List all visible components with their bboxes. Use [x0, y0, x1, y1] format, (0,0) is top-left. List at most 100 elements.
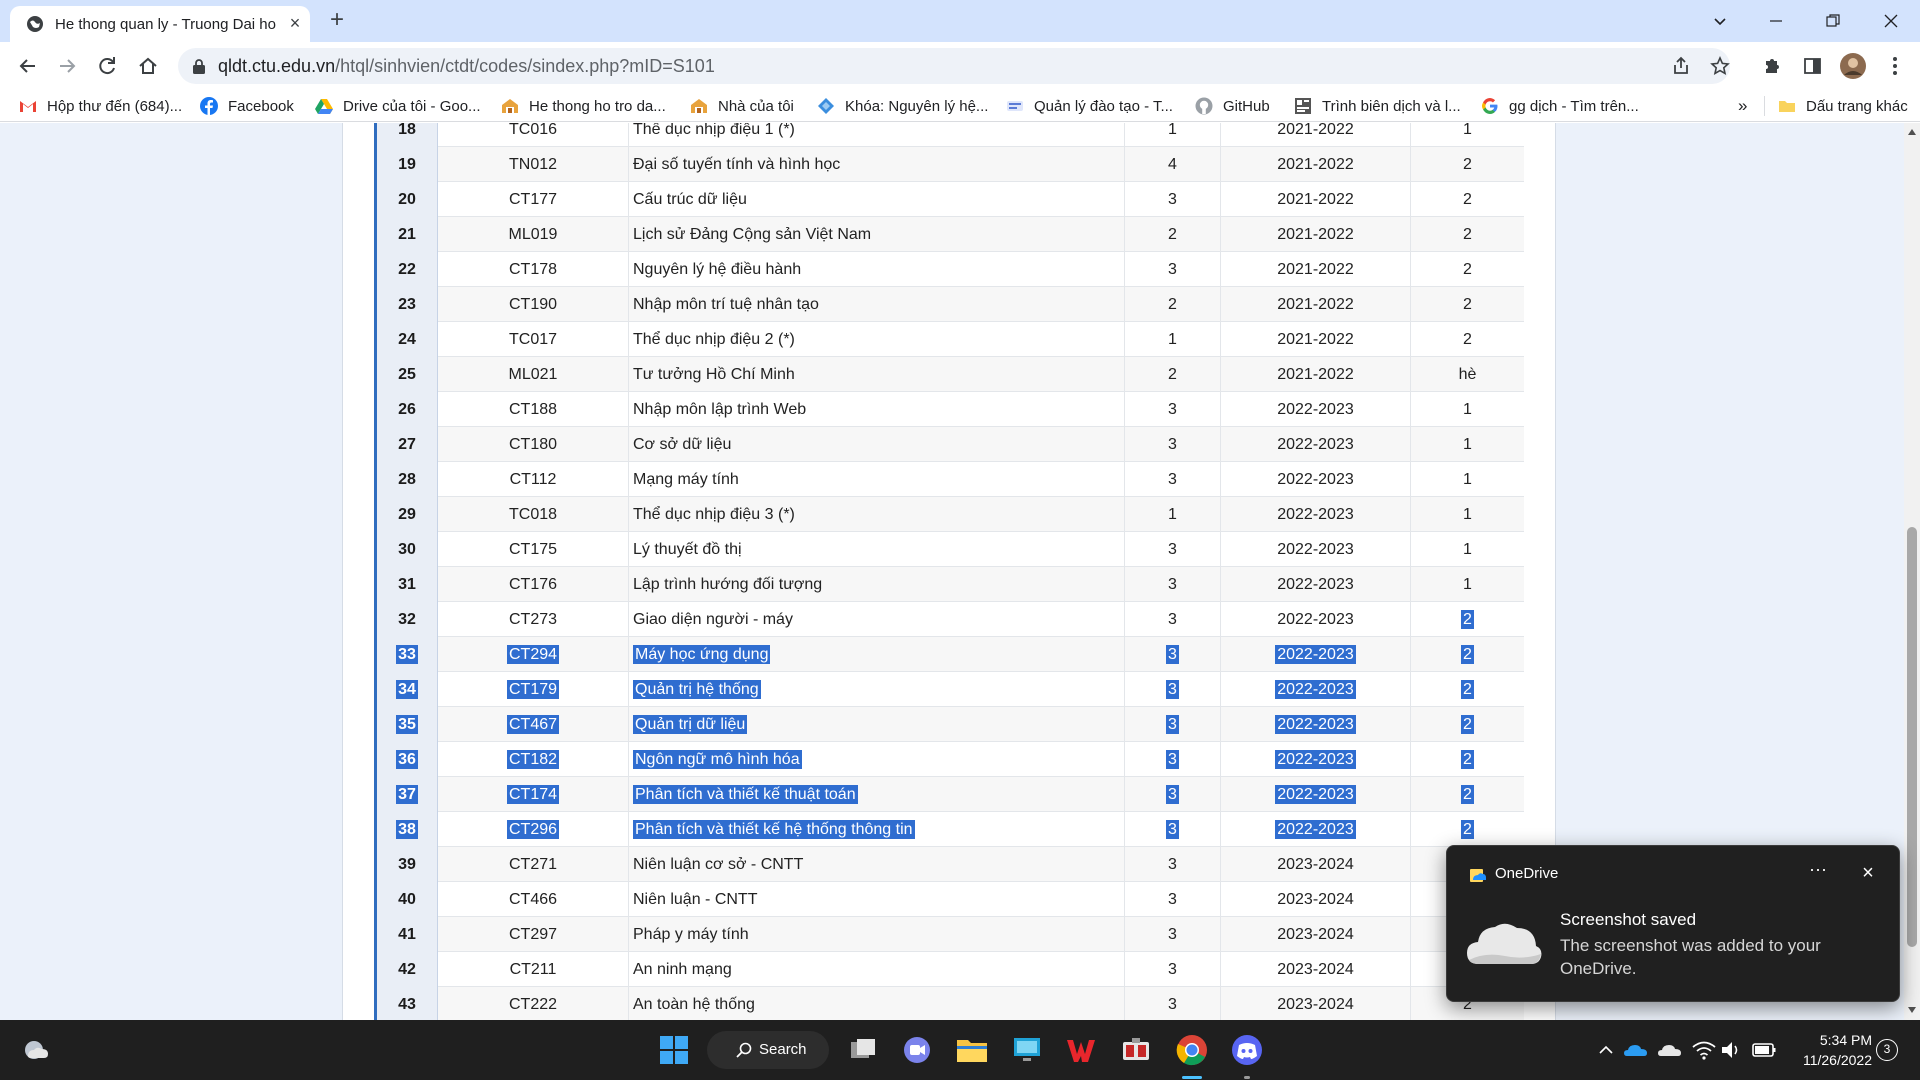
table-row[interactable]: 26 CT188 Nhập môn lập trình Web 3 2022-2023 1	[374, 392, 1524, 427]
bookmark-facebook[interactable]: Facebook	[200, 96, 295, 118]
chrome-menu-icon[interactable]	[1880, 51, 1910, 81]
tool-app-icon[interactable]	[1118, 1032, 1154, 1068]
bookmark-quan-ly-dao-tao[interactable]: Quản lý đào tạo - T...	[1006, 96, 1176, 118]
bookmark-gmail[interactable]: Hộp thư đến (684)...	[19, 96, 189, 118]
home-button[interactable]	[133, 51, 163, 81]
extensions-icon[interactable]	[1757, 51, 1787, 81]
course-credits-cell: 1	[1125, 322, 1221, 357]
restore-button[interactable]	[1818, 6, 1848, 36]
table-row[interactable]: 32 CT273 Giao diện người - máy 3 2022-2023 2	[374, 602, 1524, 637]
table-row[interactable]: 18 TC016 Thể dục nhịp điệu 1 (*) 1 2021-2022…	[374, 123, 1524, 147]
table-row[interactable]: 23 CT190 Nhập môn trí tuệ nhân tạo 2 2021-20…	[374, 287, 1524, 322]
scroll-down-arrow-icon[interactable]	[1908, 1007, 1916, 1013]
other-bookmarks-folder[interactable]: Dấu trang khác	[1778, 96, 1918, 118]
academic-year: 2021-2022	[1277, 366, 1354, 383]
table-row[interactable]: 24 TC017 Thể dục nhịp điệu 2 (*) 1 2021-2022…	[374, 322, 1524, 357]
url-text[interactable]: qldt.ctu.edu.vn/htql/sinhvien/ctdt/codes…	[218, 56, 715, 77]
new-tab-button[interactable]: +	[324, 8, 350, 34]
chrome-taskbar-icon[interactable]	[1174, 1032, 1210, 1068]
course-code-cell: ML021	[438, 357, 629, 392]
row-index: 20	[398, 191, 416, 208]
notification-count-badge[interactable]: 3	[1876, 1039, 1898, 1061]
table-row[interactable]: 19 TN012 Đại số tuyến tính và hình học 4 202…	[374, 147, 1524, 182]
onedrive-notification[interactable]: OneDrive ··· × Screenshot saved The scre…	[1446, 845, 1900, 1002]
table-row[interactable]: 40CT466Niên luận - CNTT32023-20241	[374, 882, 1524, 917]
wps-office-icon[interactable]	[1063, 1032, 1099, 1068]
course-code: CT112	[509, 471, 557, 488]
bookmark-google-drive[interactable]: Drive của tôi - Goo...	[315, 96, 485, 118]
lock-icon[interactable]	[192, 58, 206, 74]
page-scrollbar[interactable]	[1904, 123, 1920, 1020]
table-row[interactable]: 38 CT296 Phân tích và thiết kế hệ thống th…	[374, 812, 1524, 847]
bookmark-star-icon[interactable]	[1705, 51, 1735, 81]
table-row[interactable]: 28 CT112 Mạng máy tính 3 2022-2023 1	[374, 462, 1524, 497]
profile-avatar[interactable]	[1838, 51, 1868, 81]
bookmark-khoa-nguyen-ly[interactable]: Khóa: Nguyên lý hệ...	[817, 96, 997, 118]
course-code-cell: CT188	[438, 392, 629, 427]
battery-icon[interactable]	[1750, 1032, 1778, 1068]
bookmark-github[interactable]: GitHub	[1195, 96, 1275, 118]
table-row[interactable]: 25 ML021 Tư tưởng Hồ Chí Minh 2 2021-2022 hè	[374, 357, 1524, 392]
weather-widget-icon[interactable]	[18, 1032, 54, 1068]
table-row[interactable]: 31 CT176 Lập trình hướng đối tượng 3 2022-20…	[374, 567, 1524, 602]
bookmarks-overflow-button[interactable]: »	[1738, 96, 1754, 118]
academic-year: 2022-2023	[1275, 750, 1356, 769]
course-code: CT222	[508, 996, 558, 1013]
table-row[interactable]: 39CT271Niên luận cơ sở - CNTT32023-20241	[374, 847, 1524, 882]
tray-overflow-chevron-icon[interactable]	[1594, 1032, 1618, 1068]
semester: 2	[1461, 785, 1474, 804]
minimize-button[interactable]	[1761, 6, 1791, 36]
discord-icon[interactable]	[1229, 1032, 1265, 1068]
file-explorer-icon[interactable]	[954, 1032, 990, 1068]
back-button[interactable]	[13, 51, 43, 81]
tab-close-icon[interactable]: ×	[286, 14, 304, 32]
bookmark-gg-dich[interactable]: gg dịch - Tìm trên...	[1481, 96, 1641, 118]
table-row[interactable]: 37 CT174 Phân tích và thiết kế thuật toán 3…	[374, 777, 1524, 812]
course-name: Phân tích và thiết kế thuật toán	[633, 785, 858, 804]
onedrive-personal-tray-icon[interactable]	[1656, 1032, 1684, 1068]
table-row[interactable]: 41CT297Pháp y máy tính32023-20241	[374, 917, 1524, 952]
taskbar-search-button[interactable]: Search	[707, 1031, 829, 1069]
bookmark-nha-cua-toi[interactable]: Nhà của tôi	[690, 96, 800, 118]
reload-button[interactable]	[92, 51, 122, 81]
academic-year-cell: 2021-2022	[1221, 252, 1411, 287]
clock[interactable]: 5:34 PM 11/26/2022	[1782, 1030, 1872, 1070]
start-button[interactable]	[656, 1032, 692, 1068]
volume-icon[interactable]	[1718, 1032, 1746, 1068]
scrollbar-thumb[interactable]	[1907, 527, 1917, 947]
table-row[interactable]: 34 CT179 Quản trị hệ thống 3 2022-2023 2	[374, 672, 1524, 707]
browser-tab[interactable]: He thong quan ly - Truong Dai ho ×	[10, 6, 310, 42]
table-row[interactable]: 30 CT175 Lý thuyết đồ thị 3 2022-2023 1	[374, 532, 1524, 567]
desktop-app-icon[interactable]	[1009, 1032, 1045, 1068]
task-view-icon[interactable]	[845, 1032, 881, 1068]
course-code-cell: CT182	[438, 742, 629, 777]
row-index-cell: 24	[374, 322, 438, 357]
table-row[interactable]: 33 CT294 Máy học ứng dụng 3 2022-2023 2	[374, 637, 1524, 672]
course-code: CT271	[508, 856, 558, 873]
bookmark-he-thong-ho-tro[interactable]: He thong ho tro da...	[501, 96, 676, 118]
table-row[interactable]: 36 CT182 Ngôn ngữ mô hình hóa 3 2022-2023 2	[374, 742, 1524, 777]
onedrive-tray-icon[interactable]	[1622, 1032, 1650, 1068]
semester: 2	[1461, 680, 1474, 699]
toast-more-options-icon[interactable]: ···	[1803, 860, 1833, 884]
table-row[interactable]: 27 CT180 Cơ sở dữ liệu 3 2022-2023 1	[374, 427, 1524, 462]
wifi-icon[interactable]	[1690, 1032, 1718, 1068]
side-panel-icon[interactable]	[1797, 51, 1827, 81]
table-row[interactable]: 29 TC018 Thể dục nhịp điệu 3 (*) 1 2022-2023…	[374, 497, 1524, 532]
table-row[interactable]: 21 ML019 Lịch sử Đảng Cộng sản Việt Nam 2 20…	[374, 217, 1524, 252]
table-row[interactable]: 35 CT467 Quản trị dữ liệu 3 2022-2023 2	[374, 707, 1524, 742]
table-row[interactable]: 22 CT178 Nguyên lý hệ điều hành 3 2021-2022 2	[374, 252, 1524, 287]
scroll-up-arrow-icon[interactable]	[1908, 129, 1916, 135]
toast-close-icon[interactable]: ×	[1857, 862, 1879, 884]
close-window-button[interactable]	[1876, 6, 1906, 36]
tab-search-chevron-icon[interactable]	[1705, 6, 1735, 36]
table-row[interactable]: 20 CT177 Cấu trúc dữ liệu 3 2021-2022 2	[374, 182, 1524, 217]
table-row[interactable]: 43 CT222 An toàn hệ thống 3 2023-2024 2	[374, 987, 1524, 1020]
course-code-cell: CT467	[438, 707, 629, 742]
forward-button[interactable]	[52, 51, 82, 81]
share-icon[interactable]	[1666, 51, 1696, 81]
address-bar[interactable]: qldt.ctu.edu.vn/htql/sinhvien/ctdt/codes…	[178, 48, 1730, 84]
teams-chat-icon[interactable]	[899, 1032, 935, 1068]
bookmark-trinh-bien-dich[interactable]: Trình biên dịch và l...	[1294, 96, 1464, 118]
table-row[interactable]: 42CT211An ninh mạng32023-20241	[374, 952, 1524, 987]
